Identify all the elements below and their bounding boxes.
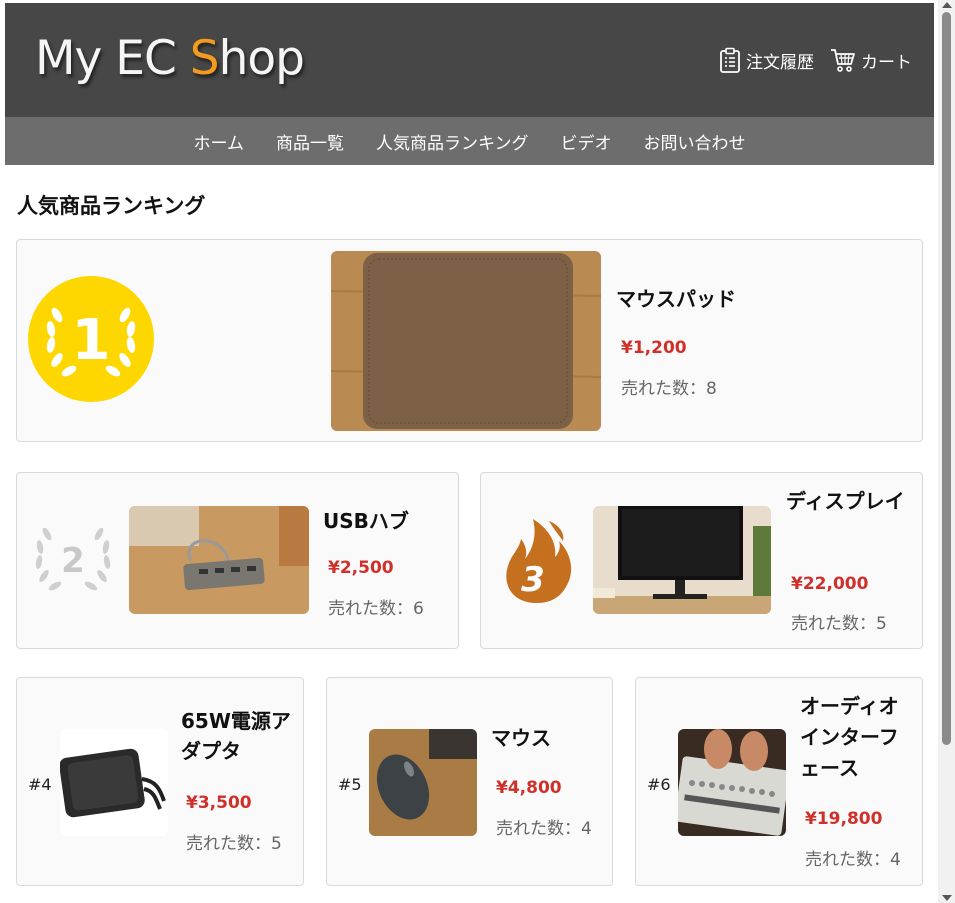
page-title: 人気商品ランキング	[17, 194, 206, 218]
gold-medal-icon: 1	[27, 275, 155, 407]
sold-count: 売れた数：5	[791, 614, 887, 634]
product-image-usb-hub[interactable]	[129, 506, 309, 614]
logo-text-main: My EC	[35, 31, 190, 86]
product-image-power-adapter[interactable]	[60, 729, 168, 836]
product-name[interactable]: USBハブ	[323, 505, 409, 534]
header-nav: 注文履歴 カート	[719, 47, 912, 73]
logo-text-accent: S	[189, 31, 220, 86]
ranking-card-3[interactable]: 3 ディスプレイ ¥22,000 売れた数：5	[480, 472, 923, 649]
ranking-card-4[interactable]: #4 65W電源アダプタ ¥3,500 売れた数：5	[16, 677, 304, 886]
sold-count: 売れた数：4	[805, 850, 901, 870]
order-history-link[interactable]: 注文履歴	[719, 47, 814, 73]
sold-count: 売れた数：6	[328, 599, 424, 619]
product-name[interactable]: ディスプレイ	[786, 486, 906, 516]
silver-medal-icon: 2	[27, 520, 119, 602]
product-name[interactable]: オーディオインターフェース	[800, 691, 914, 784]
logo-text-rest: hop	[218, 31, 305, 86]
sold-count: 売れた数：8	[621, 379, 717, 399]
product-price: ¥22,000	[791, 574, 869, 594]
nav-item-products[interactable]: 商品一覧	[276, 129, 344, 154]
product-name[interactable]: マウスパッド	[616, 283, 736, 312]
product-name[interactable]: マウス	[491, 722, 551, 751]
site-logo[interactable]: My EC Shop	[35, 31, 305, 86]
product-price: ¥3,500	[186, 793, 252, 813]
bronze-flame-icon: 3	[499, 513, 575, 609]
product-image-audio-interface[interactable]	[678, 729, 786, 836]
product-name[interactable]: 65W電源アダプタ	[181, 706, 295, 766]
order-history-label: 注文履歴	[746, 52, 814, 73]
rank-label: #4	[28, 775, 52, 794]
product-image-display[interactable]	[593, 506, 771, 614]
nav-item-home[interactable]: ホーム	[194, 129, 245, 154]
rank-3-number: 3	[521, 560, 545, 600]
sold-count: 売れた数：4	[496, 819, 592, 839]
nav-item-ranking[interactable]: 人気商品ランキング	[376, 129, 529, 154]
rank-label: #6	[647, 775, 671, 794]
vertical-scrollbar[interactable]	[938, 0, 955, 903]
scroll-up-icon[interactable]	[942, 2, 952, 8]
main-nav: ホーム 商品一覧 人気商品ランキング ビデオ お問い合わせ	[5, 117, 934, 165]
ranking-card-5[interactable]: #5 マウス ¥4,800 売れた数：4	[326, 677, 613, 886]
rank-2-number: 2	[61, 541, 85, 581]
product-price: ¥1,200	[621, 338, 687, 358]
site-header: My EC Shop 注文履歴 カート	[5, 3, 934, 117]
rank-label: #5	[338, 775, 362, 794]
cart-label: カート	[861, 52, 912, 73]
clipboard-icon	[719, 47, 741, 73]
product-image-mousepad[interactable]	[331, 251, 601, 431]
product-price: ¥4,800	[496, 778, 562, 798]
ranking-card-6[interactable]: #6 オーディオインターフェース ¥19,800 売れた数：4	[635, 677, 923, 886]
nav-item-video[interactable]: ビデオ	[561, 129, 612, 154]
product-price: ¥2,500	[328, 558, 394, 578]
sold-count: 売れた数：5	[186, 834, 282, 854]
nav-item-contact[interactable]: お問い合わせ	[644, 129, 746, 154]
scroll-down-icon[interactable]	[942, 895, 952, 901]
cart-link[interactable]: カート	[830, 47, 912, 73]
page: My EC Shop 注文履歴 カート ホーム 商品一覧 人気商品ランキング ビ…	[5, 3, 934, 903]
product-image-mouse[interactable]	[369, 729, 477, 836]
rank-1-number: 1	[72, 308, 111, 373]
scrollbar-thumb[interactable]	[942, 12, 951, 745]
product-price: ¥19,800	[805, 809, 883, 829]
ranking-card-2[interactable]: 2 USBハブ ¥2,500 売れた数：6	[16, 472, 459, 649]
cart-icon	[830, 47, 856, 73]
ranking-card-1[interactable]: 1 マウスパッド ¥1,200 売れた数：8	[16, 239, 923, 442]
